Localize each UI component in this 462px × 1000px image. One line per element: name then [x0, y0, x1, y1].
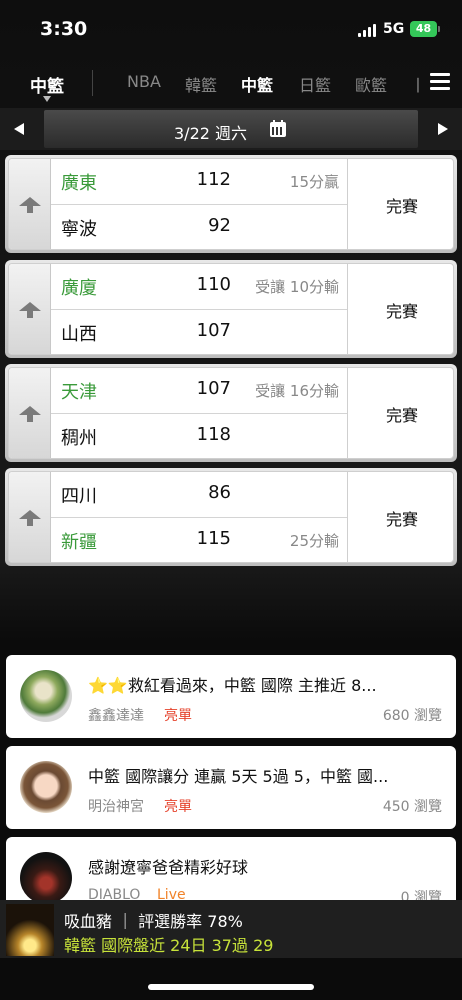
team-row-away: 山西 107	[51, 310, 347, 354]
avatar	[20, 852, 72, 904]
game-card[interactable]: 四川 86 新疆 115 25分輸 完賽	[5, 468, 457, 566]
bottom-banner[interactable]: 吸血豬 ｜ 評選勝率 78% 韓籃 國際盤近 24日 37過 29	[0, 900, 462, 958]
avatar	[20, 670, 72, 722]
network-type: 5G	[383, 21, 405, 37]
chevron-down-icon[interactable]	[43, 96, 51, 102]
tab-china-basketball[interactable]: 中籃	[241, 72, 273, 96]
article-card[interactable]: 中籃 國際讓分 連贏 5天 5過 5，中籃 國... 明治神宮 亮單 450 瀏…	[6, 746, 456, 829]
article-views: 680 瀏覽	[382, 708, 442, 724]
game-status-cell: 完賽	[347, 264, 453, 354]
team-score: 110	[196, 274, 231, 295]
game-card-body: 天津 107 受讓 16分輸稠州 118 完賽	[8, 367, 454, 459]
game-status: 完賽	[385, 302, 418, 321]
team-row-home: 廣廈 110 受讓 10分輸	[51, 264, 347, 310]
game-status: 完賽	[385, 510, 418, 529]
tab-overflow[interactable]: 丨	[410, 72, 426, 96]
team-score: 107	[196, 320, 231, 341]
calendar-icon	[270, 120, 286, 137]
battery-icon: 48	[410, 21, 437, 37]
team-row-away: 寧波 92	[51, 205, 347, 249]
team-score: 86	[208, 482, 231, 503]
game-card-body: 廣東 112 15分贏寧波 92 完賽	[8, 158, 454, 250]
team-score: 107	[196, 378, 231, 399]
game-status: 完賽	[385, 197, 418, 216]
pin-arrow-icon	[19, 302, 41, 318]
spread-result: 15分贏	[289, 173, 339, 191]
status-bar: 3:30 5G 48	[0, 0, 462, 58]
team-row-away: 稠州 118	[51, 414, 347, 458]
team-name: 廣東	[61, 173, 97, 194]
tab-japan-basketball[interactable]: 日籃	[299, 72, 331, 96]
previous-day-button[interactable]	[0, 108, 40, 150]
game-status-cell: 完賽	[347, 368, 453, 458]
tab-europe-basketball[interactable]: 歐籃	[355, 72, 387, 96]
game-card[interactable]: 廣廈 110 受讓 10分輸山西 107 完賽	[5, 260, 457, 358]
game-status-cell: 完賽	[347, 472, 453, 562]
article-author: 明治神宮	[88, 799, 144, 815]
team-score: 112	[196, 169, 231, 190]
game-status: 完賽	[385, 406, 418, 425]
arrow-right-icon	[438, 123, 448, 135]
game-card-body: 四川 86 新疆 115 25分輸 完賽	[8, 471, 454, 563]
game-card[interactable]: 廣東 112 15分贏寧波 92 完賽	[5, 155, 457, 253]
team-name: 山西	[61, 324, 97, 345]
pin-button[interactable]	[9, 472, 51, 562]
team-row-home: 天津 107 受讓 16分輸	[51, 368, 347, 414]
game-status-cell: 完賽	[347, 159, 453, 249]
team-name: 四川	[61, 486, 97, 507]
spread-result: 受讓 16分輸	[255, 382, 339, 400]
article-title: 中籃 國際讓分 連贏 5天 5過 5，中籃 國...	[88, 767, 389, 786]
team-score: 92	[208, 215, 231, 236]
article-title: 感謝遼寧爸爸精彩好球	[88, 858, 249, 877]
pin-arrow-icon	[19, 197, 41, 213]
pin-button[interactable]	[9, 264, 51, 354]
article-tag: 亮單	[164, 799, 192, 815]
team-row-home: 四川 86	[51, 472, 347, 518]
article-card[interactable]: ⭐⭐救紅看過來，中籃 國際 主推近 8... 鑫鑫達達 亮單 680 瀏覽	[6, 655, 456, 738]
status-time: 3:30	[40, 18, 88, 40]
pin-button[interactable]	[9, 159, 51, 249]
article-views: 450 瀏覽	[382, 799, 442, 815]
battery-nub	[438, 26, 440, 32]
team-row-home: 廣東 112 15分贏	[51, 159, 347, 205]
pin-button[interactable]	[9, 368, 51, 458]
divider	[92, 70, 93, 96]
home-indicator	[148, 984, 314, 990]
banner-thumbnail	[6, 904, 54, 956]
team-score: 118	[196, 424, 231, 445]
league-selector[interactable]: 中籃	[30, 72, 64, 97]
article-author: 鑫鑫達達	[88, 708, 144, 724]
tab-korea-basketball[interactable]: 韓籃	[185, 72, 217, 96]
game-card-body: 廣廈 110 受讓 10分輸山西 107 完賽	[8, 263, 454, 355]
banner-title: 吸血豬 ｜ 評選勝率 78%	[64, 912, 243, 931]
banner-subtitle: 韓籃 國際盤近 24日 37過 29	[64, 936, 274, 955]
pin-arrow-icon	[19, 510, 41, 526]
league-nav: 中籃 NBA 韓籃 中籃 日籃 歐籃 丨	[0, 60, 462, 106]
hamburger-menu-icon[interactable]	[430, 71, 452, 93]
date-label: 3/22 週六	[174, 124, 248, 143]
pin-arrow-icon	[19, 406, 41, 422]
signal-icon	[358, 24, 378, 37]
article-tag: 亮單	[164, 708, 192, 724]
spread-result: 受讓 10分輸	[255, 278, 339, 296]
team-score: 115	[196, 528, 231, 549]
arrow-left-icon	[14, 123, 24, 135]
date-picker[interactable]: 3/22 週六	[44, 110, 418, 148]
tab-nba[interactable]: NBA	[127, 72, 161, 91]
team-name: 稠州	[61, 428, 97, 449]
team-row-away: 新疆 115 25分輸	[51, 518, 347, 562]
next-day-button[interactable]	[422, 108, 462, 150]
team-name: 新疆	[61, 532, 97, 553]
game-card[interactable]: 天津 107 受讓 16分輸稠州 118 完賽	[5, 364, 457, 462]
avatar	[20, 761, 72, 813]
article-title: ⭐⭐救紅看過來，中籃 國際 主推近 8...	[88, 676, 377, 695]
spread-result: 25分輸	[289, 532, 339, 550]
team-name: 天津	[61, 382, 97, 403]
team-name: 寧波	[61, 219, 97, 240]
date-bar: 3/22 週六	[0, 108, 462, 150]
team-name: 廣廈	[61, 278, 97, 299]
